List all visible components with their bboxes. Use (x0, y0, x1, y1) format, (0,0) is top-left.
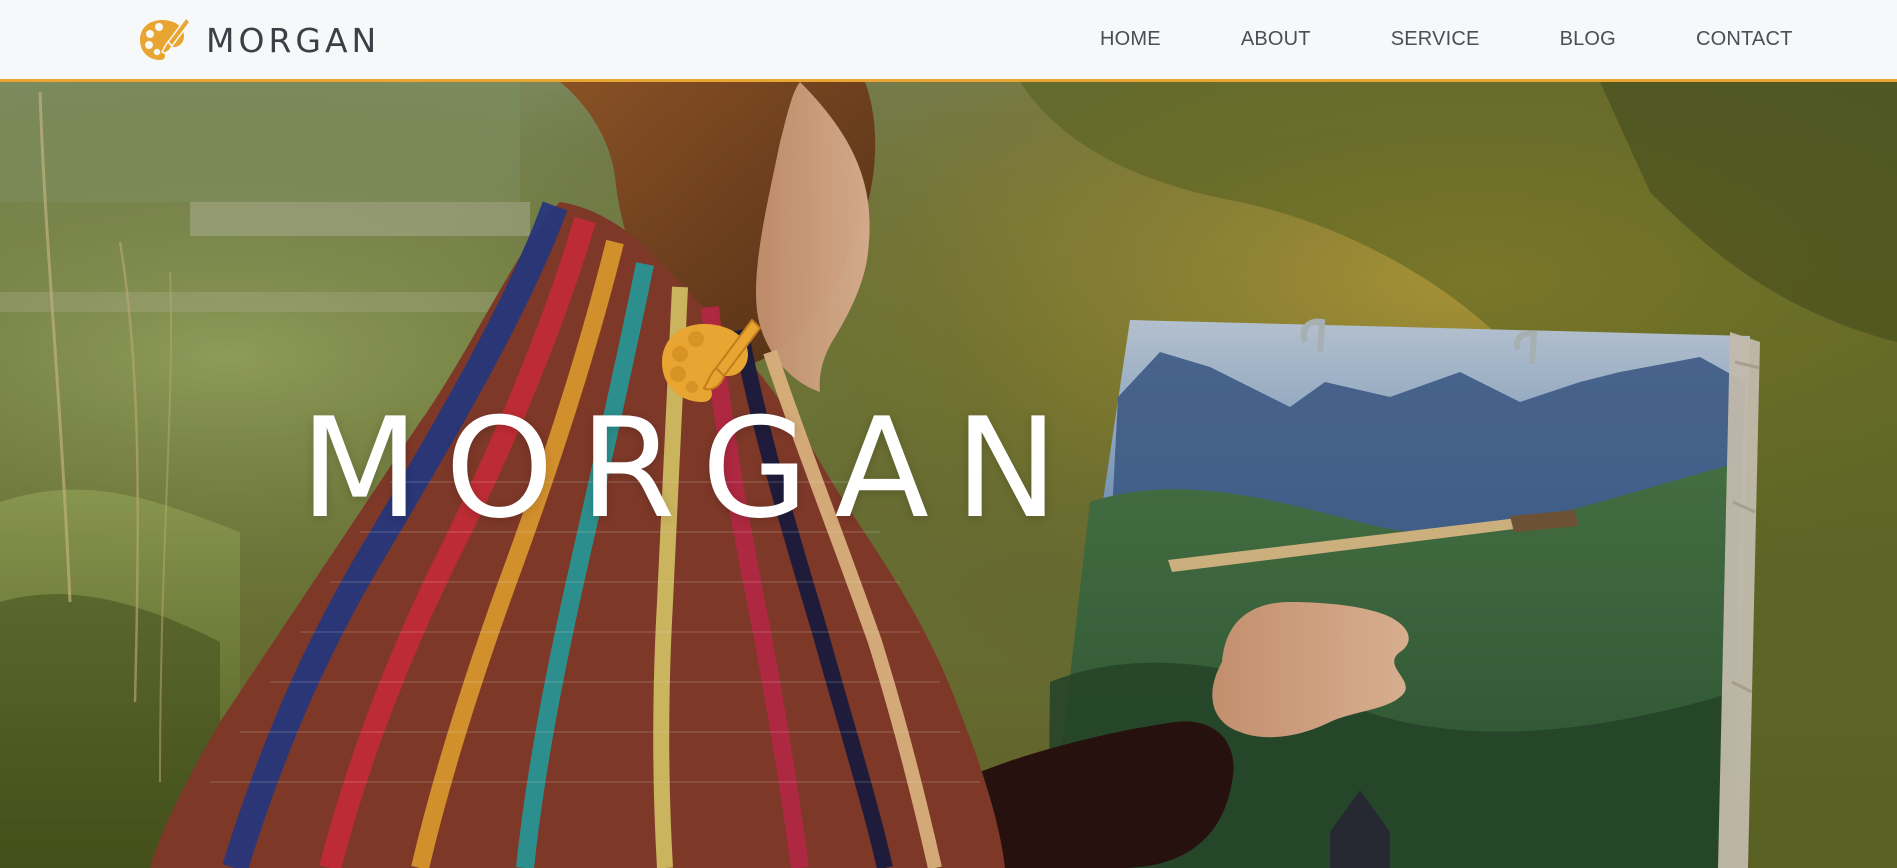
main-nav: HOME ABOUT SERVICE BLOG CONTACT (1100, 28, 1793, 51)
nav-service[interactable]: SERVICE (1391, 28, 1480, 51)
hero-section: MORGAN (0, 82, 1897, 868)
site-header: MORGAN HOME ABOUT SERVICE BLOG CONTACT (0, 0, 1897, 82)
nav-blog[interactable]: BLOG (1560, 28, 1616, 51)
brand-name: MORGAN (206, 20, 381, 60)
brand-logo-link[interactable]: MORGAN (138, 16, 380, 64)
palette-brush-icon (140, 16, 191, 60)
nav-about[interactable]: ABOUT (1241, 28, 1311, 51)
hero-title: MORGAN (300, 388, 1085, 549)
nav-contact[interactable]: CONTACT (1696, 28, 1793, 51)
nav-home[interactable]: HOME (1100, 28, 1161, 51)
